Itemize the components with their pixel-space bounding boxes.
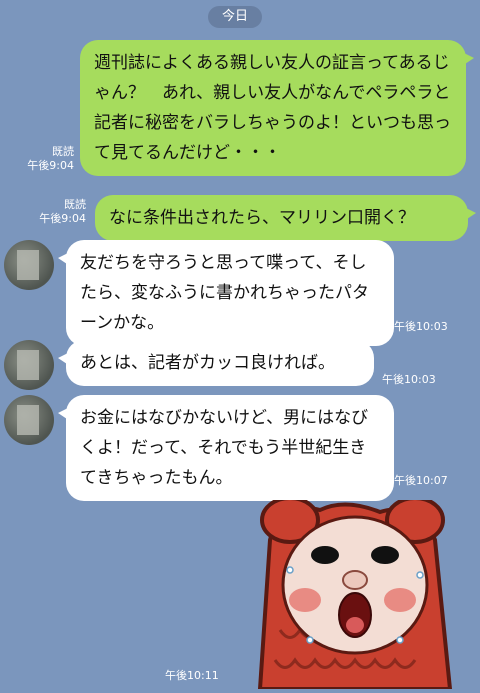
message-text: 友だちを守ろうと思って喋って、そしたら、変なふうに書かれちゃったパターンかな。	[80, 253, 369, 333]
message-bubble-incoming[interactable]: 友だちを守ろうと思って喋って、そしたら、変なふうに書かれちゃったパターンかな。	[58, 240, 394, 346]
message-time: 午後10:03	[394, 320, 448, 333]
message-time: 午後10:03	[382, 373, 436, 386]
message-meta: 既読 午後9:04	[22, 198, 86, 226]
message-text: あとは、記者がカッコ良ければ。	[80, 353, 335, 373]
message-meta: 既読 午後9:04	[22, 145, 74, 173]
shocked-character-sticker[interactable]	[250, 496, 480, 691]
contact-avatar[interactable]	[4, 395, 54, 445]
message-bubble-outgoing[interactable]: 週刊誌によくある親しい友人の証言ってあるじゃん？ あれ、親しい友人がなんでペラペ…	[80, 40, 474, 176]
message-bubble-incoming[interactable]: お金にはなびかないけど、男にはなびくよ！だって、それでもう半世紀生きてきちゃった…	[58, 395, 394, 501]
message-text: 週刊誌によくある親しい友人の証言ってあるじゃん？ あれ、親しい友人がなんでペラペ…	[94, 53, 451, 163]
message-time: 午後9:04	[39, 212, 86, 225]
contact-avatar[interactable]	[4, 240, 54, 290]
read-receipt: 既読	[64, 198, 86, 211]
message-time: 午後10:07	[394, 474, 448, 487]
read-receipt: 既読	[52, 145, 74, 158]
message-text: なに条件出されたら、マリリン口開く？	[109, 208, 415, 228]
message-text: お金にはなびかないけど、男にはなびくよ！だって、それでもう半世紀生きてきちゃった…	[80, 408, 369, 488]
message-time: 午後9:04	[27, 159, 74, 172]
message-time: 午後10:11	[165, 669, 219, 682]
date-separator: 今日	[208, 6, 262, 28]
message-bubble-incoming[interactable]: あとは、記者がカッコ良ければ。	[58, 340, 374, 386]
message-bubble-outgoing[interactable]: なに条件出されたら、マリリン口開く？	[95, 195, 476, 241]
contact-avatar[interactable]	[4, 340, 54, 390]
